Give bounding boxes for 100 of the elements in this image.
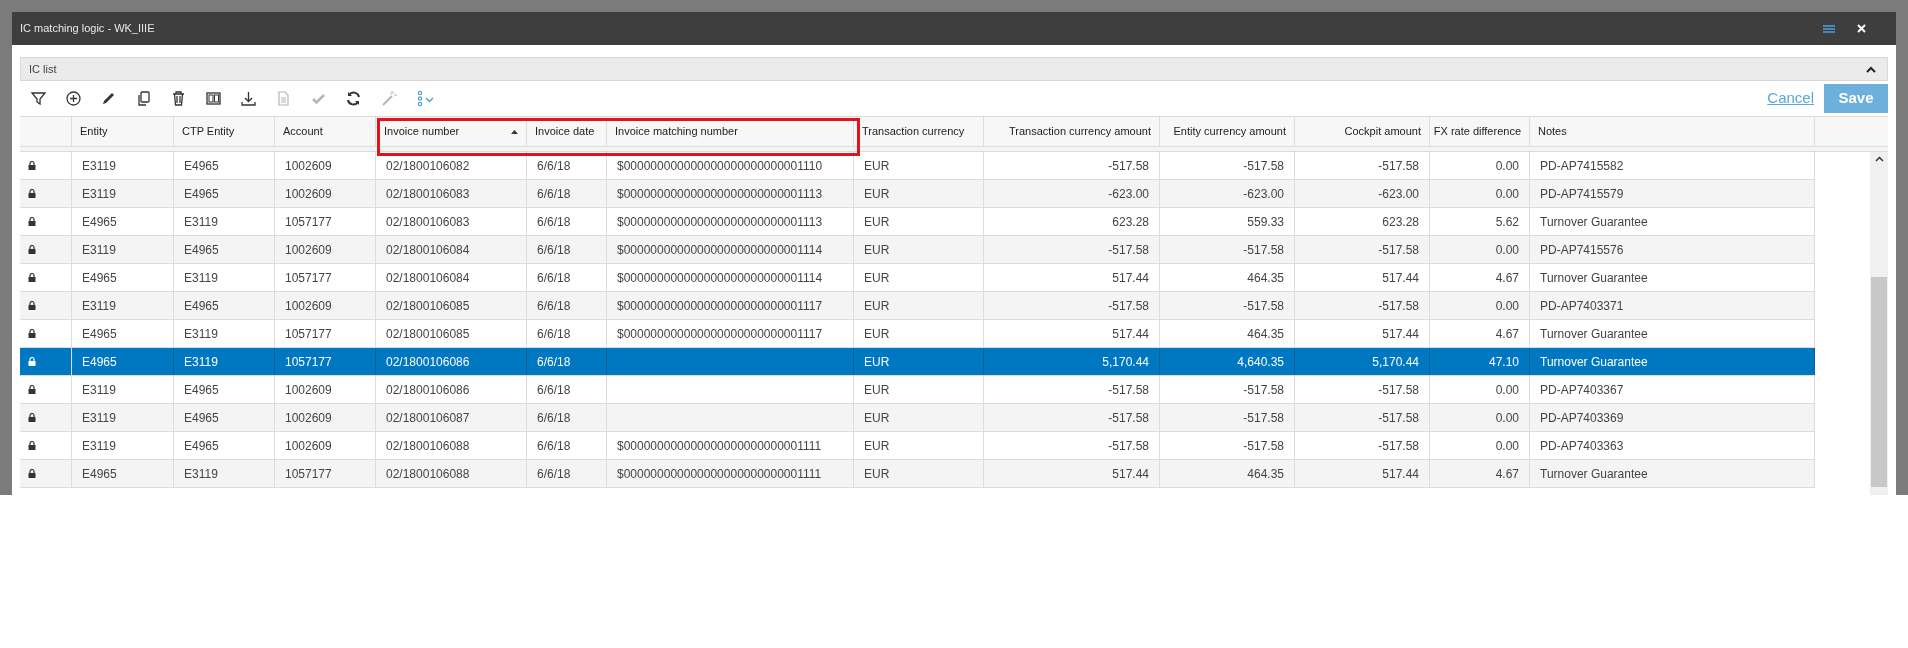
table-row[interactable]: E4965 E3119 1057177 02/1800106083 6/6/18 $000000000000000000000000001113 EUR 623.28 559.33 623.28 5.62 Turnover Guarantee [20,208,1815,236]
table-cell-text: 02/1800106085 [386,297,470,315]
columns-icon[interactable] [205,90,222,107]
table-cell-text: 1002609 [285,297,332,315]
column-header[interactable]: Invoice date [535,123,595,140]
table-cell-text: 517.44 [1112,269,1149,287]
table-cell-text: 02/1800106088 [386,437,470,455]
table-cell-text: -517.58 [1378,157,1419,175]
table-cell-text: 5.62 [1495,213,1519,231]
table-cell-text: 4.67 [1495,465,1519,483]
table-cell-text: 6/6/18 [537,437,571,455]
pencil-icon[interactable] [100,90,117,107]
table-cell-text: 1002609 [285,157,332,175]
table-cell-text: $000000000000000000000000001114 [617,241,823,259]
table-cell-text: E4965 [82,213,117,231]
table-cell-text: 517.44 [1112,325,1149,343]
table-cell-text: E3119 [82,241,116,259]
table-cell-text: 0.00 [1495,297,1519,315]
column-header[interactable]: Entity [80,123,108,140]
table-cell-text: -623.00 [1108,185,1149,203]
column-header[interactable]: Transaction currency [862,123,965,140]
table-cell-text: EUR [864,465,890,483]
table-cell-text: 0.00 [1495,381,1519,399]
column-header[interactable]: Cockpit amount [1344,123,1421,140]
table-cell-text: PD-AP7403371 [1540,297,1624,315]
table-cell-text: 517.44 [1112,465,1149,483]
table-cell-text: 02/1800106088 [386,465,470,483]
table-cell-text: PD-AP7403363 [1540,437,1624,455]
close-icon[interactable] [1857,24,1866,33]
scroll-up-icon[interactable] [1874,156,1884,162]
column-header[interactable]: Notes [1538,123,1567,140]
scrollbar[interactable] [1870,152,1888,495]
table-cell-text: 6/6/18 [537,325,571,343]
table-cell-text: EUR [864,213,890,231]
table-row[interactable]: E4965 E3119 1057177 02/1800106084 6/6/18 $000000000000000000000000001114 EUR 517.44 464.35 517.44 4.67 Turnover Guarantee [20,264,1815,292]
table-row[interactable]: E3119 E4965 1002609 02/1800106084 6/6/18 $000000000000000000000000001114 EUR -517.58 -517.58 -517.58 0.00 PD-AP7415576 [20,236,1815,264]
table-cell-text: PD-AP7415579 [1540,185,1624,203]
table-row[interactable]: E3119 E4965 1002609 02/1800106082 6/6/18 $000000000000000000000000001110 EUR -517.58 -517.58 -517.58 0.00 PD-AP7415582 [20,152,1815,180]
table-cell-text: E3119 [184,325,218,343]
table-cell-text: E3119 [82,157,116,175]
add-icon[interactable] [65,90,82,107]
table-cell-text: E4965 [82,465,117,483]
more-icon[interactable] [415,90,435,107]
table-cell-text: -517.58 [1243,381,1284,399]
refresh-icon[interactable] [345,90,362,107]
table-cell-text: Turnover Guarantee [1540,213,1648,231]
copy-icon[interactable] [135,90,152,107]
table-row[interactable]: E4965 E3119 1057177 02/1800106088 6/6/18 $000000000000000000000000001111 EUR 517.44 464.35 517.44 4.67 Turnover Guarantee [20,460,1815,488]
column-header[interactable]: CTP Entity [182,123,235,140]
table-row[interactable]: E3119 E4965 1002609 02/1800106086 6/6/18 EUR -517.58 -517.58 -517.58 0.00 PD-AP7403367 [20,376,1815,404]
table-cell-text: 1057177 [285,269,332,287]
window-title: IC matching logic - WK_IIIE [20,21,155,37]
table-cell-text: E3119 [184,353,218,371]
chevron-up-icon[interactable] [1866,65,1876,73]
table-cell-text: -517.58 [1378,297,1419,315]
table-cell-text: 0.00 [1495,157,1519,175]
panel-title: IC list [29,61,57,77]
table-cell-text: Turnover Guarantee [1540,465,1648,483]
table-cell-text: 6/6/18 [537,241,571,259]
column-header[interactable]: Invoice matching number [615,123,738,140]
scrollbar-thumb[interactable] [1871,277,1888,487]
table-cell-text: 0.00 [1495,437,1519,455]
trash-icon[interactable] [170,90,187,107]
table-row[interactable]: E4965 E3119 1057177 02/1800106086 6/6/18 EUR 5,170.44 4,640.35 5,170.44 47.10 Turnover Guarantee [20,348,1815,376]
filter-icon[interactable] [30,90,47,107]
sort-ascending-icon[interactable] [511,129,518,134]
table-cell-text: 559.33 [1247,213,1284,231]
table-row[interactable]: E4965 E3119 1057177 02/1800106085 6/6/18 $000000000000000000000000001117 EUR 517.44 464.35 517.44 4.67 Turnover Guarantee [20,320,1815,348]
column-header[interactable]: Account [283,123,323,140]
table-cell-text: EUR [864,381,890,399]
column-header[interactable]: Invoice number [384,123,460,140]
table-cell-text: 6/6/18 [537,297,571,315]
table-cell-text: $000000000000000000000000001111 [617,437,822,455]
table-cell-text: 464.35 [1247,465,1284,483]
table-cell-text: 6/6/18 [537,213,571,231]
table-cell-text: -517.58 [1378,437,1419,455]
table-row[interactable]: E3119 E4965 1002609 02/1800106083 6/6/18 $000000000000000000000000001113 EUR -623.00 -623.00 -623.00 0.00 PD-AP7415579 [20,180,1815,208]
table-cell-text: $000000000000000000000000001113 [617,185,823,203]
table-cell-text: 464.35 [1247,269,1284,287]
table-cell-text: 6/6/18 [537,353,571,371]
table-cell-text: 6/6/18 [537,269,571,287]
column-header[interactable]: FX rate difference [1433,123,1521,140]
table-cell-text: 5,170.44 [1102,353,1149,371]
table-cell-text: E4965 [82,269,117,287]
table-cell-text: E3119 [82,297,116,315]
table-row[interactable]: E3119 E4965 1002609 02/1800106088 6/6/18 $000000000000000000000000001111 EUR -517.58 -517.58 -517.58 0.00 PD-AP7403363 [20,432,1815,460]
table-cell-text: 623.28 [1112,213,1149,231]
table-cell-text: 6/6/18 [537,185,571,203]
table-cell-text: -517.58 [1243,241,1284,259]
table-row[interactable]: E3119 E4965 1002609 02/1800106087 6/6/18 EUR -517.58 -517.58 -517.58 0.00 PD-AP7403369 [20,404,1815,432]
table-cell-text: 02/1800106084 [386,269,470,287]
column-header[interactable]: Entity currency amount [1173,123,1286,140]
table-cell-text: -517.58 [1108,437,1149,455]
table-cell-text: E4965 [184,437,219,455]
table-cell-text: 02/1800106087 [386,409,470,427]
column-header[interactable]: Transaction currency amount [1008,123,1151,140]
table-cell-text: 02/1800106082 [386,157,470,175]
table-cell-text: 1002609 [285,185,332,203]
table-row[interactable]: E3119 E4965 1002609 02/1800106085 6/6/18 $000000000000000000000000001117 EUR -517.58 -517.58 -517.58 0.00 PD-AP7403371 [20,292,1815,320]
download-icon[interactable] [240,90,257,107]
